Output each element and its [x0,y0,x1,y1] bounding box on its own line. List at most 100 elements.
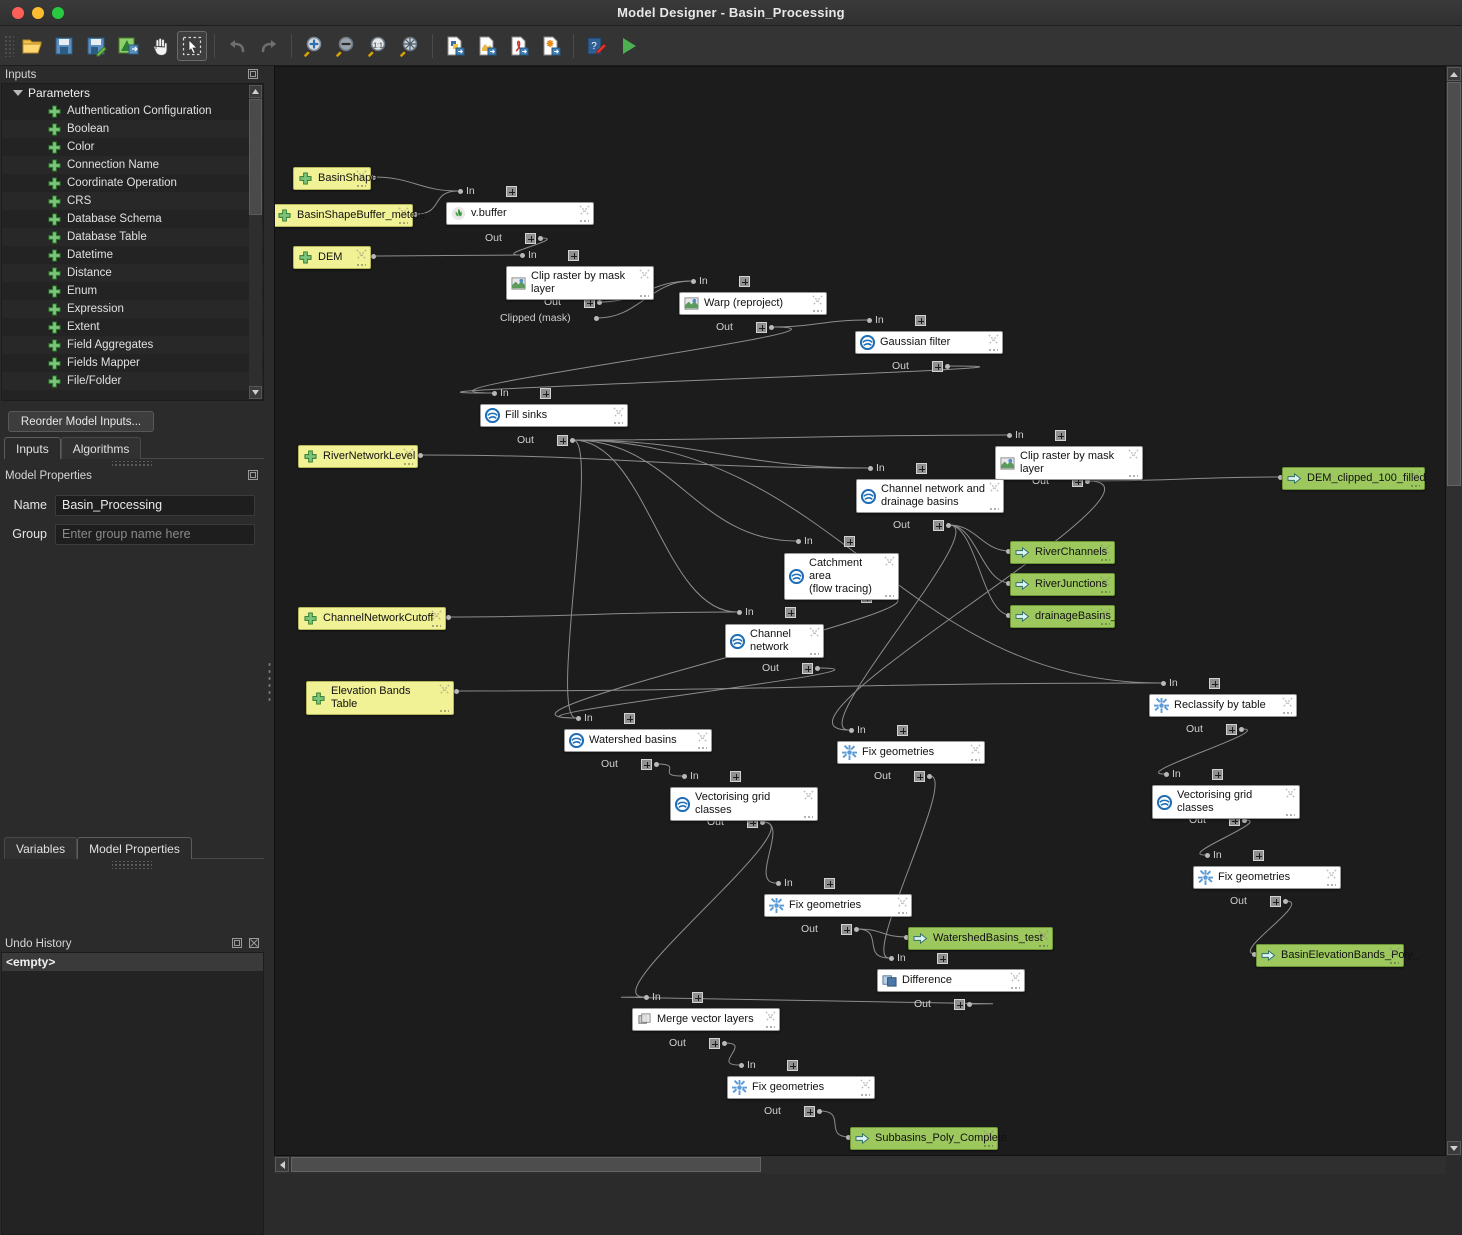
node-menu-dots[interactable] [970,758,980,762]
tree-item-database-schema[interactable]: Database Schema [2,210,263,228]
model-group-input[interactable]: Enter group name here [55,523,255,545]
model-node-gaussian[interactable]: Gaussian filter [855,331,1003,354]
tab-inputs[interactable]: Inputs [4,437,61,459]
model-node-riverjunctions[interactable]: RiverJunctions [1010,573,1115,596]
node-menu-dots[interactable] [639,294,649,298]
expand-inputs-button[interactable] [1253,850,1264,861]
expand-inputs-button[interactable] [506,186,517,197]
node-body[interactable]: Subbasins_Poly_Complete [850,1127,1007,1150]
model-node-elevationbandstable[interactable]: Elevation Bands Table [306,681,454,715]
node-body[interactable]: RiverJunctions [1010,573,1115,596]
node-body[interactable]: Fix geometries [764,894,912,917]
tree-item-authentication-configuration[interactable]: Authentication Configuration [2,102,263,120]
expand-inputs-button[interactable] [692,992,703,1003]
node-body[interactable]: Fill sinks [480,404,628,427]
model-node-channelnet[interactable]: Channel network and drainage basins [856,479,1004,513]
model-node-warp[interactable]: Warp (reproject) [679,292,827,315]
node-menu-dots[interactable] [1326,883,1336,887]
node-menu-dots[interactable] [765,1025,775,1029]
expand-inputs-button[interactable] [624,713,635,724]
node-body[interactable]: DEM [293,246,371,269]
expand-outputs-button[interactable] [804,1106,815,1117]
node-menu-dots[interactable] [803,815,813,819]
port-in-dot[interactable] [492,391,497,396]
node-body[interactable]: BasinElevationBands_Poly_ [1256,944,1419,967]
tree-item-field-aggregates[interactable]: Field Aggregates [2,336,263,354]
expand-outputs-button[interactable] [641,759,652,770]
model-node-fixgeom1[interactable]: Fix geometries [837,741,985,764]
expand-inputs-button[interactable] [1209,678,1220,689]
zoom-out-button[interactable] [331,31,361,61]
scroll-thumb[interactable] [291,1157,761,1172]
port-in-dot[interactable] [1161,681,1166,686]
model-node-fillsinks[interactable]: Fill sinks [480,404,628,427]
node-menu-dots[interactable] [356,184,366,188]
node-body[interactable]: BasinShapeBuffer_meters [275,204,425,227]
node-body[interactable]: Fix geometries [1193,866,1341,889]
dock-canvas-splitter[interactable] [265,66,274,1174]
expand-outputs-button[interactable] [914,771,925,782]
expand-inputs-button[interactable] [824,878,835,889]
model-node-dem[interactable]: DEM [293,246,371,269]
port-in-dot[interactable] [796,539,801,544]
model-name-input[interactable]: Basin_Processing [55,494,255,516]
port-out-dot[interactable] [1239,727,1244,732]
model-node-vbuffer[interactable]: v.buffer [446,202,594,225]
undo-history-list[interactable]: <empty> [1,952,264,1235]
node-body[interactable]: Warp (reproject) [679,292,827,315]
expand-inputs-button[interactable] [897,725,908,736]
save-model-button[interactable] [49,31,79,61]
save-in-project-button[interactable] [113,31,143,61]
zoom-actual-button[interactable]: 1:1 [363,31,393,61]
float-panel-icon[interactable] [231,937,243,952]
node-menu-dots[interactable] [1100,590,1110,594]
export-svg-button[interactable] [536,31,566,61]
minimize-button[interactable] [32,7,44,19]
port-out-dot[interactable] [927,774,932,779]
node-menu-dots[interactable] [1128,474,1138,478]
model-node-catchment[interactable]: Catchment area (flow tracing) [784,553,899,600]
node-body[interactable]: Clip raster by mask layer [506,266,654,300]
model-node-difference[interactable]: Difference [877,969,1025,992]
port-in-dot[interactable] [682,774,687,779]
tree-item-file-folder[interactable]: File/Folder [2,372,263,390]
node-body[interactable]: Reclassify by table [1149,694,1297,717]
node-menu-dots[interactable] [398,221,408,225]
pan-tool-button[interactable] [145,31,175,61]
model-node-clipraster2[interactable]: Clip raster by mask layer [995,446,1143,480]
node-menu-dots[interactable] [579,219,589,223]
zoom-full-button[interactable] [395,31,425,61]
node-menu-dots[interactable] [439,709,449,713]
undo-button[interactable] [222,31,252,61]
splitter-grip[interactable] [267,661,272,703]
model-node-drainagebasins[interactable]: drainageBasins_ [1010,605,1117,628]
tree-item-database-table[interactable]: Database Table [2,228,263,246]
model-node-subbasins[interactable]: Subbasins_Poly_Complete [850,1127,1007,1150]
node-menu-dots[interactable] [1389,961,1399,965]
tree-item-distance[interactable]: Distance [2,264,263,282]
node-menu-dots[interactable] [1410,484,1420,488]
float-panel-icon[interactable] [247,469,259,484]
port-out-dot[interactable] [945,364,950,369]
tree-item-boolean[interactable]: Boolean [2,120,263,138]
port-out-dot[interactable] [967,1002,972,1007]
node-menu-dots[interactable] [1100,622,1110,626]
model-node-rivernetworklevel[interactable]: RiverNetworkLevel [298,445,418,468]
port-out-dot[interactable] [538,236,543,241]
port-out-dot[interactable] [722,1041,727,1046]
port-in-dot[interactable] [1164,772,1169,777]
node-menu-dots[interactable] [809,652,819,656]
expand-inputs-button[interactable] [1055,430,1066,441]
node-body[interactable]: ChannelNetworkCutoff [298,607,446,630]
port-in-dot[interactable] [458,189,463,194]
expand-outputs-button[interactable] [557,435,568,446]
node-menu-dots[interactable] [897,911,907,915]
scroll-left-arrow[interactable] [275,1157,289,1172]
expand-inputs-button[interactable] [844,536,855,547]
node-menu-dots[interactable] [1010,986,1020,990]
node-menu-dots[interactable] [613,421,623,425]
node-menu-dots[interactable] [983,1144,993,1148]
inputs-tree[interactable]: Parameters Authentication Configuration B… [1,83,264,401]
model-node-vectorising2[interactable]: Vectorising grid classes [1152,785,1300,819]
panel-resize-grip[interactable] [112,861,152,869]
